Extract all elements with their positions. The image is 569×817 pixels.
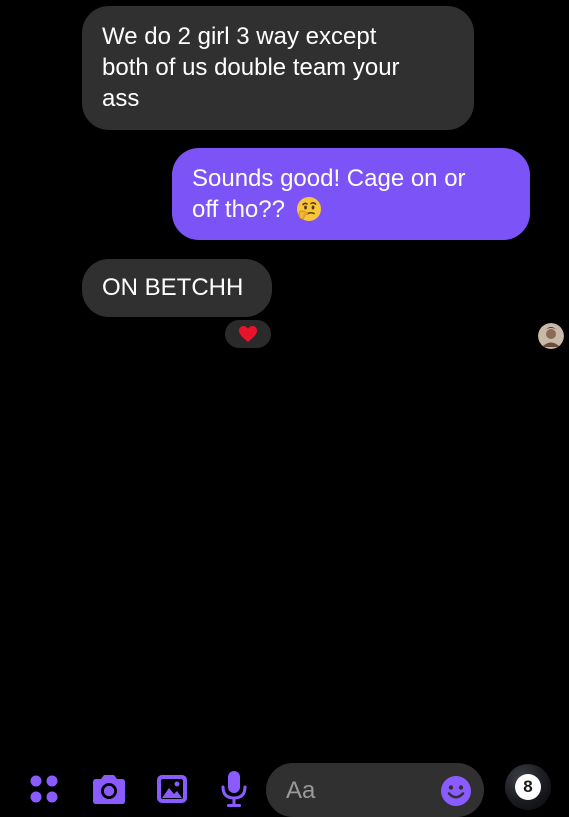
heart-reaction-badge[interactable]	[223, 318, 273, 350]
message-text-line: both of us double team your	[102, 54, 400, 81]
heart-icon	[239, 326, 257, 342]
message-text-line: Sounds good! Cage on or	[192, 165, 466, 192]
mic-icon	[221, 771, 247, 807]
message-text-line: We do 2 girl 3 way except	[102, 23, 377, 50]
message-text: off tho??	[192, 196, 285, 223]
quick-reaction-button[interactable]: 8	[505, 764, 551, 810]
composer-bar: Aa 8	[0, 380, 569, 817]
gallery-button[interactable]	[153, 771, 191, 807]
menu-icon	[30, 775, 58, 803]
outgoing-message-bubble[interactable]: Sounds good! Cage on or off tho??	[172, 148, 530, 240]
read-receipt-avatar	[538, 323, 564, 349]
thinking-face-emoji	[296, 197, 321, 221]
gallery-icon	[157, 775, 187, 803]
message-input[interactable]: Aa	[266, 763, 484, 817]
message-input-placeholder: Aa	[286, 777, 316, 804]
eight-ball-number: 8	[515, 774, 541, 800]
message-text-line: off tho??	[192, 194, 510, 225]
emoji-icon[interactable]	[440, 775, 472, 807]
message-thread: We do 2 girl 3 way except both of us dou…	[0, 0, 569, 380]
camera-icon	[93, 775, 125, 804]
incoming-message-bubble[interactable]: ON BETCHH	[82, 259, 272, 317]
voice-message-button[interactable]	[219, 769, 249, 809]
incoming-message-bubble[interactable]: We do 2 girl 3 way except both of us dou…	[82, 6, 474, 130]
message-text-line: ON BETCHH	[102, 274, 244, 301]
camera-button[interactable]	[88, 771, 130, 807]
message-text-line: ass	[102, 85, 140, 112]
more-actions-button[interactable]	[26, 771, 62, 807]
